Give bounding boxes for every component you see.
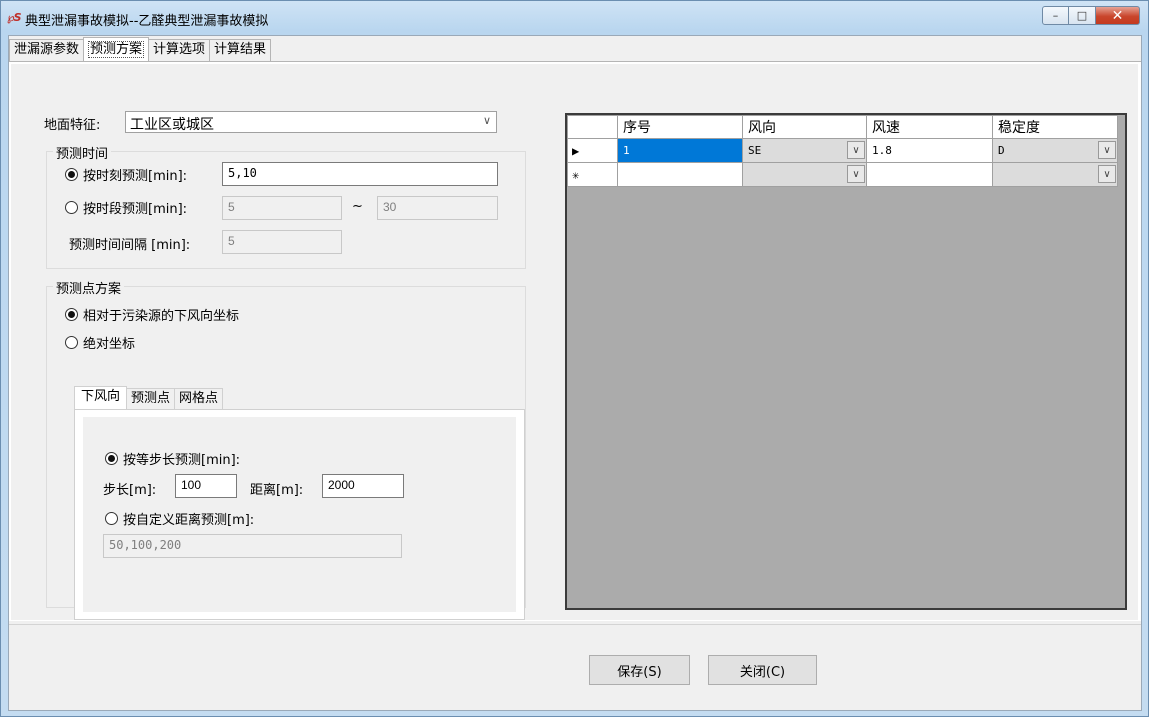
radio-dot-icon [105,512,118,525]
cell-direction[interactable]: ∨ [742,162,867,187]
radio-relative-coords[interactable]: 相对于污染源的下风向坐标 [65,305,239,324]
ground-feature-label: 地面特征: [44,118,101,133]
table-header-row: 序号 风向 风速 稳定度 [567,115,1118,139]
current-row-icon[interactable]: ▶ [567,138,618,163]
cell-seq[interactable] [617,162,743,187]
cell-direction-value: SE [748,144,762,157]
maximize-button[interactable]: □ [1069,6,1096,25]
column-header-stability[interactable]: 稳定度 [992,115,1118,139]
minimize-button[interactable]: – [1042,6,1069,25]
cell-seq[interactable]: 1 [617,138,743,163]
radio-dot-icon [65,201,78,214]
subtab-grid-points[interactable]: 网格点 [174,388,224,409]
distance-label: 距离[m]: [250,483,304,498]
tab-prediction-plan[interactable]: 预测方案 [83,37,150,61]
distance-input[interactable]: 2000 [322,474,404,498]
close-window-button[interactable]: ✕ [1096,6,1140,25]
minimize-icon: – [1052,9,1059,22]
point-subtabs: 下风向 预测点 网格点 [74,386,224,409]
radio-custom-distance[interactable]: 按自定义距离预测[m]: [105,509,254,528]
interval-label: 预测时间间隔 [min]: [69,238,191,253]
cell-speed[interactable] [866,162,993,187]
radio-dot-icon [65,168,78,181]
weather-table: 序号 风向 风速 稳定度 ▶ 1 SE ∨ 1.8 D ∨ ✳ ∨ ∨ [567,115,1118,187]
subtab-downwind[interactable]: 下风向 [74,386,128,409]
cell-stability[interactable]: D ∨ [992,138,1118,163]
tab-calc-results[interactable]: 计算结果 [209,39,272,61]
save-button[interactable]: 保存(S) [589,655,690,685]
column-header-seq[interactable]: 序号 [617,115,743,139]
subtab-predict-points[interactable]: 预测点 [126,388,176,409]
app-icon: ℘S [7,11,22,24]
tilde-separator: ~ [352,199,363,214]
step-input[interactable]: 100 [175,474,237,498]
radio-equal-step[interactable]: 按等步长预测[min]: [105,449,240,468]
new-row-icon[interactable]: ✳ [567,162,618,187]
relative-coords-label: 相对于污染源的下风向坐标 [83,309,240,324]
dropdown-arrow-icon[interactable]: ∨ [847,165,865,183]
custom-distance-label: 按自定义距离预测[m]: [123,513,255,528]
window-title: 典型泄漏事故模拟--乙醛典型泄漏事故模拟 [25,14,269,29]
period-to-input[interactable]: 30 [377,196,498,220]
cell-direction[interactable]: SE ∨ [742,138,867,163]
interval-input[interactable]: 5 [222,230,342,254]
absolute-coords-label: 绝对坐标 [83,337,136,352]
by-period-label: 按时段预测[min]: [83,202,188,217]
column-header-direction[interactable]: 风向 [742,115,867,139]
close-button[interactable]: 关闭(C) [708,655,817,685]
radio-dot-icon [65,308,78,321]
by-moment-input[interactable]: 5,10 [222,162,498,186]
table-row-new: ✳ ∨ ∨ [567,162,1118,187]
dropdown-arrow-icon[interactable]: ∨ [847,141,865,159]
predict-time-title: 预测时间 [53,143,112,162]
dropdown-arrow-icon[interactable]: ∨ [1098,165,1116,183]
tab-page-body: 地面特征: 工业区或城区 ∨ 预测时间 按时刻预测[min]: 5,10 按时段… [11,64,1138,620]
downwind-page: 按等步长预测[min]: 步长[m]: 100 距离[m]: 2000 按自定义… [74,409,525,620]
title-bar[interactable]: ℘S 典型泄漏事故模拟--乙醛典型泄漏事故模拟 – □ ✕ [1,1,1148,35]
predict-time-group: 预测时间 按时刻预测[min]: 5,10 按时段预测[min]: 5 ~ 30… [46,143,526,269]
downwind-page-body: 按等步长预测[min]: 步长[m]: 100 距离[m]: 2000 按自定义… [83,417,516,612]
main-tabs: 泄漏源参数 预测方案 计算选项 计算结果 [9,37,272,61]
step-label: 步长[m]: [103,483,157,498]
cell-stability[interactable]: ∨ [992,162,1118,187]
radio-absolute-coords[interactable]: 绝对坐标 [65,333,135,352]
weather-grid: 序号 风向 风速 稳定度 ▶ 1 SE ∨ 1.8 D ∨ ✳ ∨ ∨ [565,113,1127,610]
tab-page: 地面特征: 工业区或城区 ∨ 预测时间 按时刻预测[min]: 5,10 按时段… [9,61,1141,621]
window-controls: – □ ✕ [1042,6,1140,25]
tab-calc-options[interactable]: 计算选项 [148,39,211,61]
radio-dot-icon [65,336,78,349]
tab-leak-source[interactable]: 泄漏源参数 [9,39,85,61]
client-area: 泄漏源参数 预测方案 计算选项 计算结果 地面特征: 工业区或城区 ∨ 预测时间… [8,35,1142,711]
custom-distance-input[interactable]: 50,100,200 [103,534,402,558]
close-icon: ✕ [1111,7,1124,24]
radio-by-moment[interactable]: 按时刻预测[min]: [65,165,187,184]
predict-point-title: 预测点方案 [53,278,125,297]
period-from-input[interactable]: 5 [222,196,342,220]
by-moment-label: 按时刻预测[min]: [83,169,188,184]
dropdown-arrow-icon[interactable]: ∨ [1098,141,1116,159]
maximize-icon: □ [1076,9,1088,22]
chevron-down-icon: ∨ [482,114,491,127]
column-header-speed[interactable]: 风速 [866,115,993,139]
button-bar: 保存(S) 关闭(C) [9,624,1141,710]
cell-speed[interactable]: 1.8 [866,138,993,163]
cell-stability-value: D [998,144,1005,157]
radio-by-period[interactable]: 按时段预测[min]: [65,198,187,217]
main-window: ℘S 典型泄漏事故模拟--乙醛典型泄漏事故模拟 – □ ✕ 泄漏源参数 预测方案… [0,0,1149,717]
row-header-corner [567,115,618,139]
table-row: ▶ 1 SE ∨ 1.8 D ∨ [567,138,1118,163]
equal-step-label: 按等步长预测[min]: [123,453,241,468]
ground-feature-value: 工业区或城区 [130,117,214,133]
ground-feature-select[interactable]: 工业区或城区 ∨ [125,111,497,133]
radio-dot-icon [105,452,118,465]
